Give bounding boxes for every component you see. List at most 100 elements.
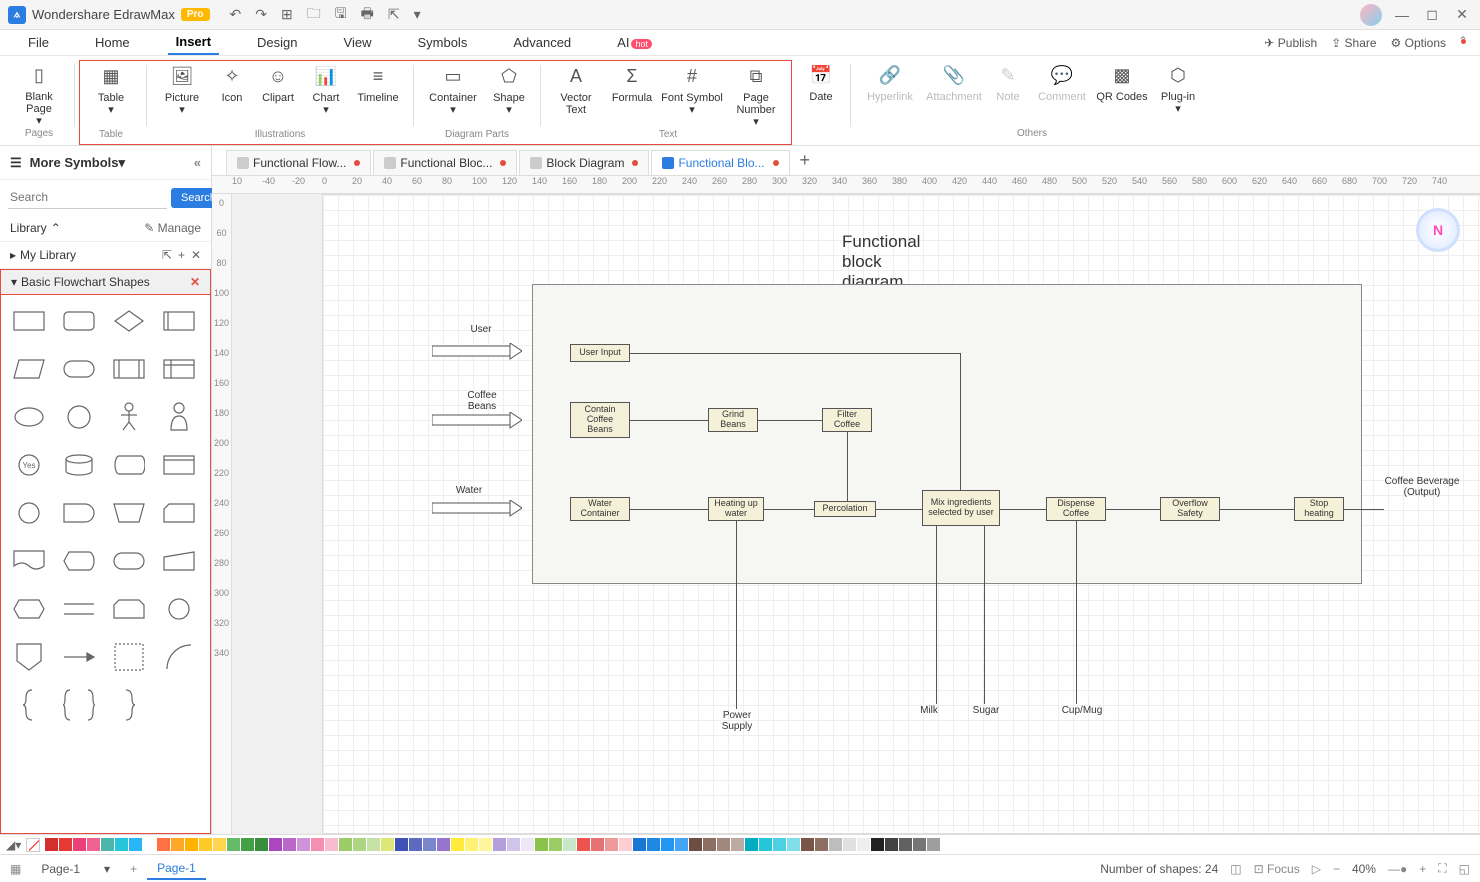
color-swatch[interactable]	[703, 838, 716, 851]
icon-button[interactable]: ✧Icon	[211, 61, 253, 129]
color-swatch[interactable]	[591, 838, 604, 851]
color-swatch[interactable]	[731, 838, 744, 851]
user-avatar[interactable]	[1360, 4, 1382, 26]
shape-yes[interactable]: Yes	[7, 445, 51, 485]
shape-button[interactable]: ⬠Shape▾	[486, 61, 532, 129]
color-swatch[interactable]	[843, 838, 856, 851]
color-swatch[interactable]	[353, 838, 366, 851]
box-water[interactable]: Water Container	[570, 497, 630, 521]
menu-file[interactable]: File	[20, 31, 57, 54]
color-swatch[interactable]	[199, 838, 212, 851]
menu-insert[interactable]: Insert	[168, 30, 219, 55]
shape-offpage[interactable]	[7, 637, 51, 677]
print-icon[interactable]: 🖶	[361, 3, 374, 27]
color-swatch[interactable]	[633, 838, 646, 851]
shape-display[interactable]	[57, 541, 101, 581]
zoom-out-button[interactable]: −	[1333, 862, 1340, 876]
shape-process[interactable]	[7, 301, 51, 341]
doc-tab-0[interactable]: Functional Flow...	[226, 150, 371, 175]
date-button[interactable]: 📅Date	[800, 60, 842, 128]
color-swatch[interactable]	[241, 838, 254, 851]
panel-dropdown-icon[interactable]: ▾	[119, 155, 126, 171]
box-mix[interactable]: Mix ingredients selected by user	[922, 490, 1000, 526]
chart-button[interactable]: 📊Chart▾	[303, 61, 349, 129]
library-label[interactable]: Library	[10, 221, 47, 235]
color-swatch[interactable]	[689, 838, 702, 851]
box-user-input[interactable]: User Input	[570, 344, 630, 362]
shape-delay[interactable]	[57, 493, 101, 533]
table-button[interactable]: ▦Table▾	[84, 61, 138, 129]
color-swatch[interactable]	[437, 838, 450, 851]
shape-data[interactable]	[7, 349, 51, 389]
color-swatch[interactable]	[269, 838, 282, 851]
color-swatch[interactable]	[381, 838, 394, 851]
zoom-slider[interactable]: —●	[1388, 862, 1407, 876]
shape-annotation[interactable]	[107, 637, 151, 677]
shape-ellipse[interactable]	[7, 397, 51, 437]
color-swatch[interactable]	[717, 838, 730, 851]
vector-text-button[interactable]: AVector Text	[549, 61, 603, 129]
shape-decision[interactable]	[107, 301, 151, 341]
color-swatch[interactable]	[787, 838, 800, 851]
doc-tab-2[interactable]: Block Diagram	[519, 150, 649, 175]
menu-view[interactable]: View	[336, 31, 380, 54]
no-fill-swatch[interactable]	[26, 838, 40, 852]
shape-actor2[interactable]	[157, 397, 201, 437]
color-swatch[interactable]	[423, 838, 436, 851]
expand-icon[interactable]: ▸	[10, 248, 16, 262]
color-swatch[interactable]	[143, 838, 156, 851]
blank-page-button[interactable]: ▯ Blank Page▾	[12, 60, 66, 128]
color-swatch[interactable]	[297, 838, 310, 851]
color-swatch[interactable]	[507, 838, 520, 851]
qr-codes-button[interactable]: ▩QR Codes	[1095, 60, 1149, 128]
shape-brace-pair[interactable]	[57, 685, 101, 725]
maximize-button[interactable]: ◻	[1422, 6, 1442, 23]
share-button[interactable]: ⇪ Share	[1331, 36, 1376, 50]
page-number-button[interactable]: ⧉Page Number▾	[725, 61, 787, 129]
color-swatch[interactable]	[283, 838, 296, 851]
color-swatch[interactable]	[647, 838, 660, 851]
color-swatch[interactable]	[409, 838, 422, 851]
panel-menu-icon[interactable]: ☰	[10, 155, 22, 171]
shape-direct-data[interactable]	[107, 445, 151, 485]
box-heat[interactable]: Heating up water	[708, 497, 764, 521]
layers-icon[interactable]: ◫	[1230, 862, 1241, 876]
color-swatch[interactable]	[577, 838, 590, 851]
canvas[interactable]: N Functional block diagram User Coffee B…	[232, 194, 1480, 834]
options-button[interactable]: ⚙ Options	[1391, 36, 1446, 50]
picture-button[interactable]: 🖼Picture▾	[155, 61, 209, 129]
shape-circle[interactable]	[57, 397, 101, 437]
my-library-label[interactable]: My Library	[20, 248, 76, 262]
shape-arc[interactable]	[157, 637, 201, 677]
color-swatch[interactable]	[227, 838, 240, 851]
box-dispense[interactable]: Dispense Coffee	[1046, 497, 1106, 521]
color-swatch[interactable]	[451, 838, 464, 851]
color-swatch[interactable]	[759, 838, 772, 851]
menu-symbols[interactable]: Symbols	[409, 31, 475, 54]
export-icon[interactable]: ⇱	[388, 6, 400, 23]
pages-panel-icon[interactable]: ▦	[10, 862, 21, 876]
shape-internal[interactable]	[157, 349, 201, 389]
color-swatch[interactable]	[101, 838, 114, 851]
redo-icon[interactable]: ↷	[255, 6, 267, 23]
color-swatch[interactable]	[619, 838, 632, 851]
color-swatch[interactable]	[185, 838, 198, 851]
focus-button[interactable]: ⊡ Focus	[1254, 862, 1300, 876]
shape-document[interactable]	[7, 541, 51, 581]
color-swatch[interactable]	[325, 838, 338, 851]
section-header[interactable]: ▾ Basic Flowchart Shapes ✕	[0, 269, 211, 295]
shape-predefined[interactable]	[107, 349, 151, 389]
color-swatch[interactable]	[493, 838, 506, 851]
box-filter[interactable]: Filter Coffee	[822, 408, 872, 432]
undo-icon[interactable]: ↶	[230, 6, 242, 23]
color-swatch[interactable]	[535, 838, 548, 851]
shape-rounded[interactable]	[57, 301, 101, 341]
comment-button[interactable]: 💬Comment	[1031, 60, 1093, 128]
color-swatch[interactable]	[213, 838, 226, 851]
close-button[interactable]: ✕	[1452, 6, 1472, 23]
ai-assistant-badge[interactable]: N	[1416, 208, 1460, 252]
color-swatch[interactable]	[815, 838, 828, 851]
new-icon[interactable]: ⊞	[281, 6, 293, 23]
color-swatch[interactable]	[563, 838, 576, 851]
shape-manual-input[interactable]	[157, 541, 201, 581]
